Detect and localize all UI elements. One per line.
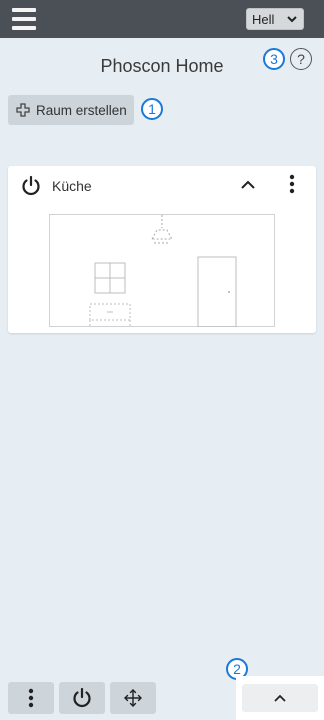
top-bar: Hell	[0, 0, 324, 38]
kitchen-illustration	[49, 214, 275, 327]
add-room-button[interactable]: Raum erstellen	[8, 95, 134, 125]
expand-button[interactable]	[242, 684, 318, 712]
more-options-button[interactable]	[8, 682, 54, 714]
hamburger-menu-icon[interactable]	[12, 8, 36, 30]
chevron-up-icon	[274, 694, 286, 702]
annotation-marker-3: 3	[263, 48, 285, 70]
expand-panel	[236, 676, 324, 720]
move-arrows-icon	[124, 689, 142, 707]
plus-icon	[16, 103, 30, 117]
help-button[interactable]: ?	[290, 48, 312, 70]
power-all-button[interactable]	[59, 682, 105, 714]
move-button[interactable]	[110, 682, 156, 714]
power-icon	[73, 687, 91, 708]
power-icon[interactable]	[20, 175, 42, 197]
add-room-label: Raum erstellen	[36, 102, 127, 118]
theme-select[interactable]: Hell	[246, 8, 304, 30]
more-vertical-icon	[28, 688, 34, 708]
chevron-up-icon[interactable]	[240, 178, 256, 192]
room-card[interactable]: Küche	[8, 166, 316, 333]
room-name: Küche	[52, 178, 92, 194]
annotation-marker-1: 1	[141, 98, 163, 120]
chevron-down-icon	[287, 16, 297, 23]
more-vertical-icon[interactable]	[288, 174, 296, 194]
theme-select-value: Hell	[252, 11, 275, 27]
